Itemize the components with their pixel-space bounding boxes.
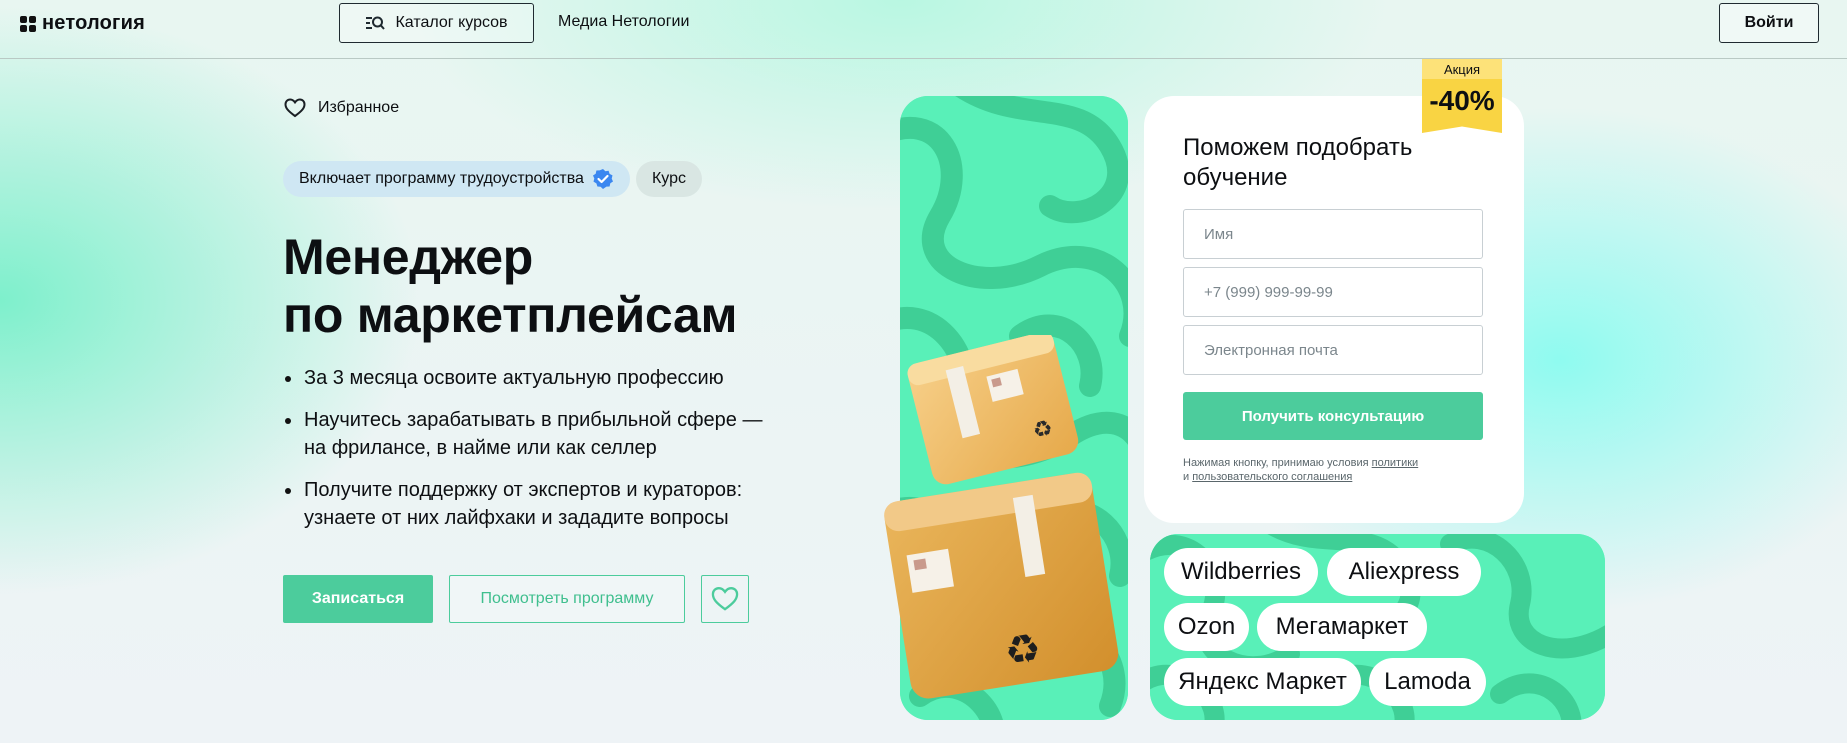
marketplace-pill: Яндекс Маркет — [1164, 658, 1361, 706]
benefit-item: Получите поддержку от экспертов и курато… — [283, 476, 783, 532]
page-title: Менеджер по маркетплейсам — [283, 228, 738, 344]
view-program-button[interactable]: Посмотреть программу — [449, 575, 685, 623]
marketplace-pill: Aliexpress — [1327, 548, 1481, 596]
heart-icon — [284, 98, 306, 118]
marketplaces-card: Wildberries Aliexpress Ozon Мегамаркет Я… — [1150, 534, 1605, 720]
heart-icon — [711, 587, 739, 611]
promo-discount: -40% — [1422, 79, 1502, 133]
logo[interactable]: нетология — [20, 12, 145, 35]
favorite-link[interactable]: Избранное — [284, 98, 399, 118]
promo-label: Акция — [1422, 59, 1502, 79]
parcel-boxes-illustration: ♻ ♻ — [884, 335, 1119, 699]
catalog-search-icon — [366, 16, 386, 30]
enroll-button[interactable]: Записаться — [283, 575, 433, 623]
verified-icon — [592, 169, 613, 189]
add-to-favorites-button[interactable] — [701, 575, 749, 623]
marketplace-pill: Ozon — [1164, 603, 1249, 651]
course-badges: Включает программу трудоустройства Курс — [283, 161, 702, 197]
catalog-button[interactable]: Каталог курсов — [339, 3, 534, 43]
logo-icon — [20, 15, 36, 32]
consultation-form: Поможем подобрать обучение Получить конс… — [1144, 96, 1524, 523]
form-title: Поможем подобрать обучение — [1183, 134, 1413, 191]
marketplace-pill: Lamoda — [1369, 658, 1486, 706]
catalog-label: Каталог курсов — [395, 14, 508, 31]
user-agreement-link[interactable]: пользовательского соглашения — [1192, 471, 1352, 483]
consent-prefix: Нажимая кнопку, принимаю условия — [1183, 457, 1369, 469]
course-type-badge: Курс — [635, 161, 702, 197]
marketplace-pill: Wildberries — [1164, 548, 1318, 596]
name-field[interactable] — [1183, 209, 1483, 259]
favorite-label: Избранное — [318, 99, 400, 116]
media-link[interactable]: Медиа Нетологии — [558, 13, 689, 31]
promo-ribbon: Акция -40% — [1422, 59, 1502, 133]
benefit-item: Научитесь зарабатывать в прибыльной сфер… — [283, 406, 783, 462]
phone-field[interactable] — [1183, 267, 1483, 317]
employment-badge: Включает программу трудоустройства — [283, 161, 630, 197]
benefit-item: За 3 месяца освоите актуальную профессию — [283, 364, 803, 392]
marketplace-pill: Мегамаркет — [1257, 603, 1427, 651]
site-header: нетология Каталог курсов Медиа Нетологии… — [0, 0, 1847, 59]
title-line-2: по маркетплейсам — [283, 287, 738, 343]
consent-and: и — [1183, 471, 1190, 483]
title-line-1: Менеджер — [283, 229, 533, 285]
login-button[interactable]: Войти — [1719, 3, 1819, 43]
get-consultation-button[interactable]: Получить консультацию — [1183, 392, 1483, 440]
logo-text: нетология — [42, 12, 145, 34]
email-field[interactable] — [1183, 325, 1483, 375]
employment-badge-label: Включает программу трудоустройства — [299, 170, 584, 187]
svg-text:♻: ♻ — [1001, 625, 1044, 676]
policy-link[interactable]: политики — [1372, 457, 1419, 469]
consent-text: Нажимая кнопку, принимаю условия политик… — [1183, 456, 1483, 484]
benefits-list: За 3 месяца освоите актуальную профессию… — [283, 364, 803, 546]
